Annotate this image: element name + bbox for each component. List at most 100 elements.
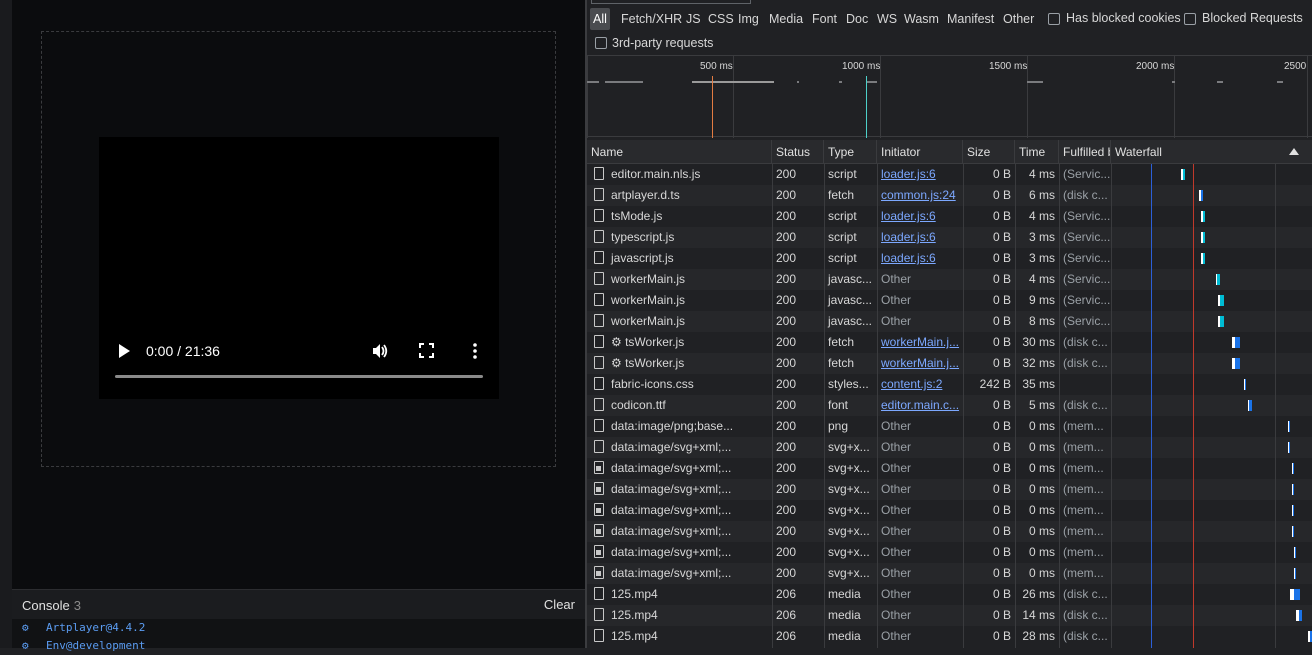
cell-fulfilled: (disk c... — [1063, 335, 1108, 349]
cell-time: 28 ms — [1022, 629, 1055, 643]
volume-icon[interactable] — [371, 342, 389, 360]
table-row[interactable]: workerMain.js 200 javasc... Other 0 B 4 ms (Se… — [587, 269, 1312, 290]
clear-console-button[interactable]: Clear — [544, 597, 575, 612]
has-blocked-cookies-checkbox[interactable] — [1048, 13, 1060, 25]
waterfall-download-bar — [1183, 169, 1186, 180]
cell-status: 200 — [776, 440, 797, 454]
type-filter-js[interactable]: JS — [683, 8, 704, 30]
column-header-time[interactable]: Time — [1015, 140, 1059, 164]
cell-name: data:image/svg+xml;... — [587, 437, 772, 458]
table-row[interactable]: data:image/svg+xml;... 200 svg+x... Other 0 … — [587, 458, 1312, 479]
type-filter-font[interactable]: Font — [809, 8, 840, 30]
console-tab[interactable]: Console 3 — [22, 598, 81, 613]
column-header-initiator[interactable]: Initiator — [877, 140, 963, 164]
table-row[interactable]: data:image/svg+xml;... 200 svg+x... Other 0 … — [587, 500, 1312, 521]
table-row[interactable]: workerMain.js 200 javasc... Other 0 B 8 ms (Se… — [587, 311, 1312, 332]
file-icon — [594, 482, 604, 495]
cell-type: fetch — [828, 356, 855, 370]
cell-initiator[interactable]: content.js:2 — [877, 374, 963, 395]
cell-size: 0 B — [992, 230, 1011, 244]
cell-type: svg+x... — [828, 566, 870, 580]
table-row[interactable]: javascript.js 200 script loader.js:6 0 B 3 ms… — [587, 248, 1312, 269]
cell-size: 0 B — [992, 461, 1011, 475]
column-header-fulfilled-by[interactable]: Fulfilled by — [1059, 140, 1111, 164]
column-header-waterfall[interactable]: Waterfall — [1111, 140, 1312, 164]
column-header-type[interactable]: Type — [824, 140, 877, 164]
type-filter-media[interactable]: Media — [766, 8, 806, 30]
type-filter-doc[interactable]: Doc — [843, 8, 871, 30]
more-options-icon[interactable] — [473, 342, 477, 360]
cell-initiator[interactable]: loader.js:6 — [877, 227, 963, 248]
table-row[interactable]: data:image/svg+xml;... 200 svg+x... Other 0 … — [587, 542, 1312, 563]
cell-fulfilled: (mem... — [1063, 545, 1104, 559]
cell-status: 200 — [776, 545, 797, 559]
waterfall-download-bar — [1203, 211, 1206, 222]
cell-initiator[interactable]: workerMain.j... — [877, 353, 963, 374]
table-row[interactable]: editor.main.nls.js 200 script loader.js:6 0 … — [587, 164, 1312, 185]
cell-initiator[interactable]: editor.main.c... — [877, 395, 963, 416]
type-filter-img[interactable]: Img — [735, 8, 762, 30]
third-party-requests-checkbox[interactable] — [595, 37, 607, 49]
cell-name: data:image/svg+xml;... — [587, 521, 772, 542]
table-row[interactable]: data:image/png;base... 200 png Other 0 B 0 ms… — [587, 416, 1312, 437]
cell-initiator[interactable]: loader.js:6 — [877, 164, 963, 185]
table-row[interactable]: data:image/svg+xml;... 200 svg+x... Other 0 … — [587, 437, 1312, 458]
table-row[interactable]: data:image/svg+xml;... 200 svg+x... Other 0 … — [587, 521, 1312, 542]
cell-initiator: Other — [881, 419, 912, 433]
video-progress-bar[interactable] — [115, 375, 483, 378]
triangle-up-icon[interactable] — [1289, 148, 1299, 155]
table-row[interactable]: 125.mp4 206 media Other 0 B 14 ms (disk c... — [587, 605, 1312, 626]
cell-initiator[interactable]: common.js:24 — [877, 185, 963, 206]
table-row[interactable]: artplayer.d.ts 200 fetch common.js:24 0 B 6 m… — [587, 185, 1312, 206]
table-row[interactable]: codicon.ttf 200 font editor.main.c... 0 B 5 m… — [587, 395, 1312, 416]
column-header-size[interactable]: Size — [963, 140, 1015, 164]
video-player[interactable]: 0:00 / 21:36 — [99, 137, 499, 399]
cell-type: javasc... — [828, 293, 873, 307]
file-icon — [594, 608, 604, 621]
cell-time: 4 ms — [1028, 272, 1055, 286]
type-filter-all[interactable]: All — [590, 8, 610, 30]
type-filter-ws[interactable]: WS — [874, 8, 900, 30]
cell-name: javascript.js — [587, 248, 772, 269]
table-row[interactable]: data:image/svg+xml;... 200 svg+x... Other 0 … — [587, 479, 1312, 500]
cell-name: tsMode.js — [587, 206, 772, 227]
network-overview-timeline[interactable]: 500 ms 1000 ms 1500 ms 2000 ms 2500 — [587, 55, 1312, 138]
table-row[interactable]: tsMode.js 200 script loader.js:6 0 B 4 ms (Ser… — [587, 206, 1312, 227]
column-header-name[interactable]: Name — [587, 140, 772, 164]
cell-initiator[interactable]: loader.js:6 — [877, 206, 963, 227]
type-filter-wasm[interactable]: Wasm — [901, 8, 942, 30]
waterfall-download-bar — [1292, 484, 1294, 495]
cell-name: ⚙ tsWorker.js — [587, 332, 772, 353]
type-filter-manifest[interactable]: Manifest — [944, 8, 997, 30]
table-row[interactable]: 125.mp4 206 media Other 0 B 26 ms (disk c... — [587, 584, 1312, 605]
cell-time: 32 ms — [1022, 356, 1055, 370]
type-filter-other[interactable]: Other — [1000, 8, 1037, 30]
cell-time: 35 ms — [1022, 377, 1055, 391]
cell-status: 200 — [776, 566, 797, 580]
waterfall-download-bar — [1235, 337, 1240, 348]
cell-status: 200 — [776, 314, 797, 328]
table-row[interactable]: fabric-icons.css 200 styles... content.js:2… — [587, 374, 1312, 395]
cell-name: data:image/svg+xml;... — [587, 563, 772, 584]
table-row[interactable]: 125.mp4 206 media Other 0 B 28 ms (disk c... — [587, 626, 1312, 647]
waterfall-download-bar — [1294, 547, 1296, 558]
cell-name: codicon.ttf — [587, 395, 772, 416]
filter-input[interactable] — [591, 0, 751, 4]
table-row[interactable]: ⚙ tsWorker.js 200 fetch workerMain.j... 0 B 3… — [587, 353, 1312, 374]
blocked-requests-checkbox[interactable] — [1184, 13, 1196, 25]
table-row[interactable]: ⚙ tsWorker.js 200 fetch workerMain.j... 0 B 3… — [587, 332, 1312, 353]
cell-initiator[interactable]: loader.js:6 — [877, 248, 963, 269]
cell-time: 3 ms — [1028, 251, 1055, 265]
cell-fulfilled: (disk c... — [1063, 188, 1108, 202]
table-row[interactable]: data:image/svg+xml;... 200 svg+x... Other 0 … — [587, 563, 1312, 584]
table-row[interactable]: typescript.js 200 script loader.js:6 0 B 3 ms… — [587, 227, 1312, 248]
type-filter-css[interactable]: CSS — [705, 8, 737, 30]
type-filter-fetch-xhr[interactable]: Fetch/XHR — [618, 8, 685, 30]
table-row[interactable]: workerMain.js 200 javasc... Other 0 B 9 ms (Se… — [587, 290, 1312, 311]
cell-time: 0 ms — [1028, 461, 1055, 475]
column-header-status[interactable]: Status — [772, 140, 824, 164]
play-icon[interactable] — [117, 343, 131, 359]
cell-initiator[interactable]: workerMain.j... — [877, 332, 963, 353]
gear-icon: ⚙ — [22, 621, 29, 634]
fullscreen-icon[interactable] — [419, 343, 434, 358]
